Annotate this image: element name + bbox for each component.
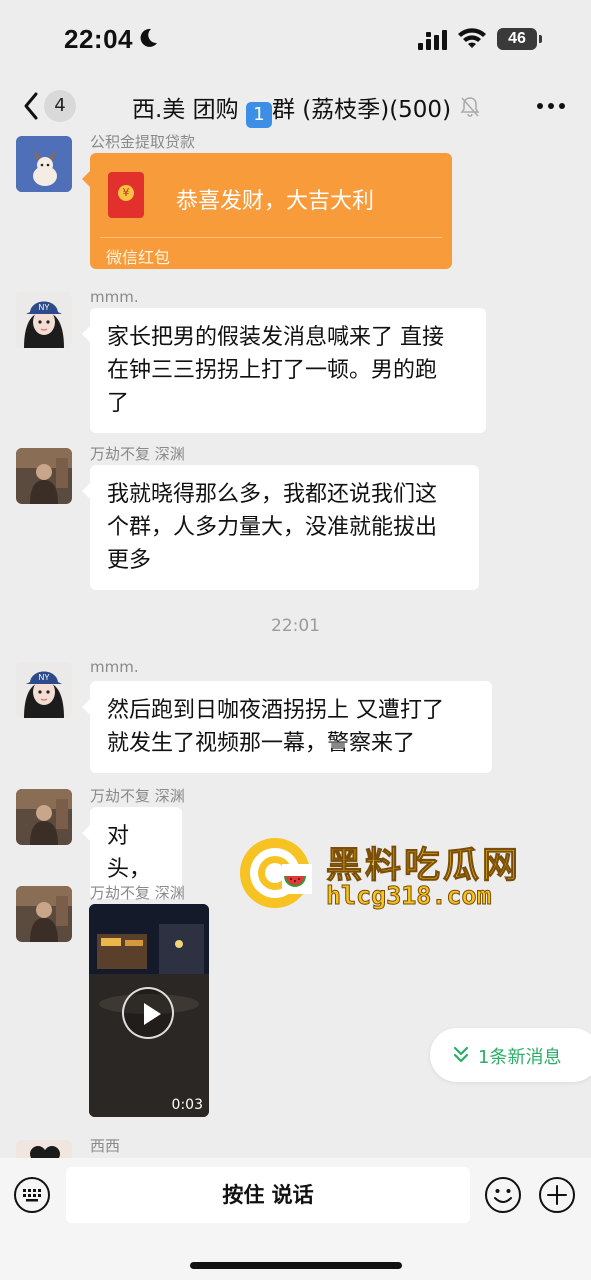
chat-title-suffix: 群 (荔枝季)(500) (271, 97, 452, 123)
keycap-number-emoji: 1 (245, 102, 272, 128)
text-message-bubble[interactable]: 我就晓得那么多，我都还说我们这 个群，人多力量大，没准就能拔出 更多 (82, 465, 479, 590)
text-message-bubble[interactable]: 然后跑到日咖夜酒拐拐上 又遭打了 就发生了视频那一幕，警察来了 (82, 681, 492, 773)
sender-name: 公积金提取贷款 (90, 133, 196, 151)
battery-indicator: 46 (497, 28, 542, 50)
more-options-icon[interactable] (536, 96, 566, 116)
video-duration: 0:03 (171, 1097, 203, 1113)
message-line: 就发生了视频那一幕，警察来了 (107, 731, 416, 756)
sender-name: 西西 (90, 1137, 121, 1155)
message-line: 对头， (107, 824, 152, 882)
message-timestamp: 22:01 (271, 616, 320, 636)
sender-name: 万劫不复 深渊 (90, 884, 185, 902)
avatar[interactable] (16, 886, 72, 942)
double-chevron-down-icon (453, 1046, 469, 1063)
watermark-logo-icon (240, 838, 312, 908)
new-messages-label: 1条新消息 (478, 1047, 562, 1068)
unread-count-badge[interactable]: 4 (44, 90, 76, 122)
svg-text:NY: NY (38, 673, 50, 682)
new-messages-button[interactable]: 1条新消息 (430, 1028, 591, 1082)
avatar[interactable]: NY (16, 292, 72, 348)
keyboard-icon[interactable] (13, 1176, 51, 1214)
red-packet-greeting: 恭喜发财，大吉大利 (176, 189, 375, 214)
message-line: 个群，人多力量大，没准就能拔出 (107, 515, 438, 540)
status-bar: 22:04 46 (0, 0, 591, 80)
avatar[interactable]: NY (16, 662, 72, 718)
message-line: 更多 (107, 548, 152, 573)
red-packet-label: 微信红包 (106, 248, 171, 267)
avatar[interactable] (16, 1140, 72, 1158)
chat-title: 西.美 团购 1群 (荔枝季)(500) (132, 90, 451, 128)
sender-name: mmm. (90, 288, 139, 306)
chat-title-prefix: 西.美 团购 (132, 97, 239, 123)
wifi-icon (458, 28, 486, 48)
sender-name: 万劫不复 深渊 (90, 787, 185, 805)
home-indicator (190, 1262, 402, 1269)
svg-text:NY: NY (38, 303, 50, 312)
emoji-icon[interactable] (484, 1176, 522, 1214)
cellular-signal-icon (418, 30, 447, 50)
avatar[interactable] (16, 136, 72, 192)
divider (100, 237, 442, 238)
red-packet-message[interactable]: 恭喜发财，大吉大利 微信红包 (82, 153, 452, 269)
chat-header: 4 西.美 团购 1群 (荔枝季)(500) (0, 80, 591, 132)
text-message-bubble[interactable]: 家长把男的假装发消息喊来了 直接 在钟三三拐拐上打了一顿。男的跑 了 (82, 308, 486, 433)
red-envelope-icon (108, 172, 144, 218)
status-time: 22:04 (64, 24, 133, 54)
message-line: 我就晓得那么多，我都还说我们这 (107, 482, 438, 507)
message-line: 家长把男的假装发消息喊来了 直接 (107, 325, 444, 350)
message-list[interactable]: 公积金提取贷款 恭喜发财，大吉大利 微信红包 NY mmm. 家长把男的假装发消… (0, 132, 591, 1158)
avatar[interactable] (16, 448, 72, 504)
hold-to-talk-button[interactable]: 按住 说话 (66, 1167, 470, 1223)
sender-name: 万劫不复 深渊 (90, 445, 185, 463)
mute-bell-icon (460, 97, 480, 117)
back-chevron-icon[interactable] (18, 86, 44, 126)
video-message[interactable]: 0:03 (89, 904, 209, 1117)
plus-icon[interactable] (538, 1176, 576, 1214)
sender-name: mmm. (90, 658, 139, 676)
play-icon[interactable] (122, 987, 174, 1039)
moon-icon (140, 28, 157, 47)
watermark-url: hlcg318.com (326, 881, 493, 911)
message-line: 在钟三三拐拐上打了一顿。男的跑 (107, 358, 438, 383)
message-line: 了 (107, 391, 130, 416)
message-line: 然后跑到日咖夜酒拐拐上 又遭打了 (107, 698, 444, 723)
avatar[interactable] (16, 789, 72, 845)
